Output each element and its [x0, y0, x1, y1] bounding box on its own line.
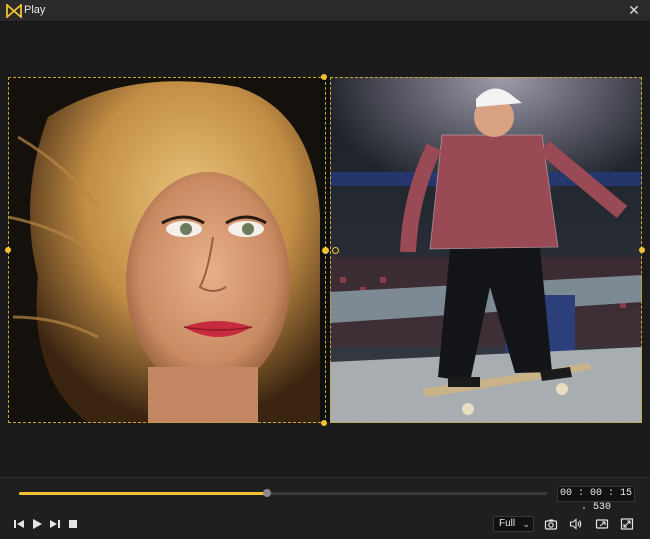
right-clip[interactable]: [330, 77, 642, 423]
volume-icon: [569, 518, 582, 530]
split-handle-ring[interactable]: [332, 247, 339, 254]
fullscreen-button[interactable]: [619, 516, 635, 532]
camera-icon: [544, 519, 558, 530]
play-logo-icon: [6, 4, 22, 18]
stop-icon: [69, 520, 77, 528]
skateboarder-image: [330, 77, 642, 423]
preview-stage: [0, 22, 650, 477]
play-icon: [33, 519, 42, 529]
previous-frame-button[interactable]: [11, 516, 27, 532]
zoom-select[interactable]: Full ⌄: [493, 516, 534, 532]
zoom-select-value: Full: [499, 518, 516, 529]
next-frame-button[interactable]: [47, 516, 63, 532]
resize-handle-top[interactable]: [321, 74, 327, 80]
picture-in-picture-button[interactable]: [594, 516, 610, 532]
chevron-down-icon: ⌄: [522, 519, 530, 529]
snapshot-button[interactable]: [543, 516, 559, 532]
resize-handle-right[interactable]: [639, 247, 645, 253]
close-icon: ✕: [628, 2, 640, 18]
split-handle[interactable]: [322, 247, 329, 254]
picture-in-picture-icon: [595, 519, 609, 529]
seek-knob[interactable]: [263, 489, 272, 497]
stop-button[interactable]: [65, 516, 81, 532]
portrait-image: [8, 77, 320, 423]
volume-button[interactable]: [568, 516, 584, 532]
close-button[interactable]: ✕: [626, 2, 642, 18]
seek-bar[interactable]: [19, 489, 547, 497]
left-clip[interactable]: [8, 77, 320, 423]
next-frame-icon: [50, 520, 60, 528]
resize-handle-left[interactable]: [5, 247, 11, 253]
time-display: 00 : 00 : 15 . 530: [557, 486, 635, 513]
playback-controls: 00 : 00 : 15 . 530 Full ⌄: [0, 477, 650, 539]
play-button[interactable]: [29, 516, 45, 532]
previous-frame-icon: [14, 520, 24, 528]
preview-canvas: [5, 74, 645, 426]
window-title: Play: [24, 4, 46, 16]
title-bar: Play ✕: [0, 0, 650, 22]
fullscreen-icon: [620, 518, 634, 530]
seek-progress: [19, 492, 268, 495]
resize-handle-bottom[interactable]: [321, 420, 327, 426]
